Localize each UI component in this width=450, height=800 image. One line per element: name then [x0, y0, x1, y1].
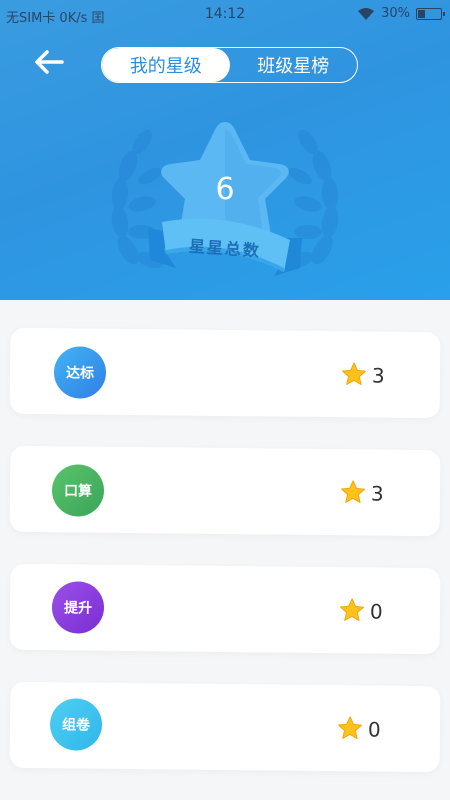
header-banner: 无SIM卡 0K/s 囯 14:12 30% 我的星级 班级星榜 6 星星总数	[0, 0, 450, 300]
category-card-dabiao[interactable]: 达标 3	[9, 327, 441, 419]
battery-icon	[416, 7, 445, 20]
star-icon	[341, 480, 366, 504]
star-icon	[340, 598, 365, 622]
tab-my-stars[interactable]: 我的星级	[102, 48, 230, 82]
category-badge: 口算	[51, 464, 105, 517]
battery-fill	[418, 9, 426, 18]
category-badge: 达标	[53, 346, 107, 399]
segment-tabs: 我的星级 班级星榜	[101, 47, 358, 83]
status-bar: 无SIM卡 0K/s 囯 14:12 30%	[0, 0, 450, 30]
category-card-kousuan[interactable]: 口算 3	[9, 445, 441, 537]
tab-class-ranking[interactable]: 班级星榜	[230, 48, 358, 82]
category-card-zujuan[interactable]: 组卷 0	[9, 681, 441, 773]
star-count: 3	[370, 481, 384, 506]
star-icon	[342, 362, 367, 386]
status-right: 30%	[357, 6, 445, 21]
category-badge: 组卷	[49, 698, 103, 751]
back-arrow-icon	[35, 50, 64, 74]
total-stars-value: 6	[215, 172, 235, 207]
battery-percent: 30%	[381, 6, 410, 21]
star-icon	[338, 716, 363, 740]
category-card-tisheng[interactable]: 提升 0	[9, 563, 441, 655]
star-count: 0	[369, 599, 383, 624]
wifi-icon	[358, 7, 375, 20]
star-count: 3	[371, 363, 385, 388]
star-count: 0	[367, 717, 381, 742]
back-button[interactable]	[32, 46, 68, 78]
category-badge: 提升	[51, 581, 105, 634]
